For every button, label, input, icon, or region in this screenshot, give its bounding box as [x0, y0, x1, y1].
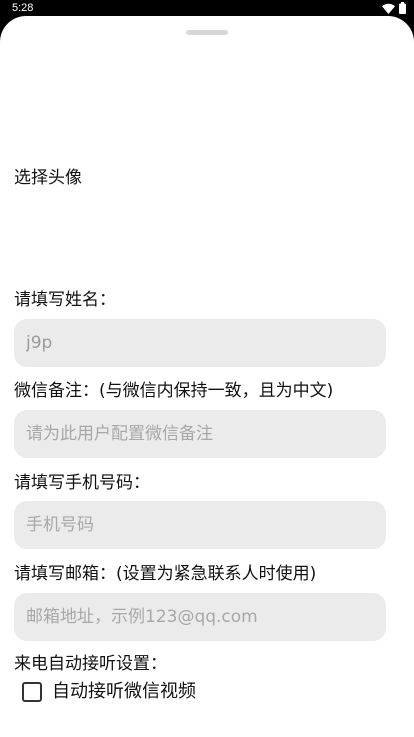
phone-field[interactable] — [14, 501, 386, 549]
call-settings-label: 来电自动接听设置： — [14, 654, 167, 674]
status-time: 5:28 — [12, 2, 34, 14]
bottom-sheet: 选择头像 请填写姓名： 微信备注：(与微信内保持一致，且为中文) 请填写手机号码… — [0, 16, 414, 737]
auto-answer-checkbox[interactable] — [22, 682, 42, 702]
status-bar: 5:28 — [0, 0, 414, 16]
avatar-label[interactable]: 选择头像 — [14, 167, 82, 189]
wechat-note-field[interactable] — [14, 410, 386, 458]
auto-answer-option[interactable]: 自动接听微信视频 — [22, 680, 196, 704]
phone-input[interactable] — [14, 501, 386, 549]
phone-label: 请填写手机号码： — [14, 473, 150, 493]
email-label: 请填写邮箱：(设置为紧急联系人时使用) — [14, 564, 317, 584]
auto-answer-label[interactable]: 自动接听微信视频 — [52, 681, 196, 703]
email-field[interactable] — [14, 593, 386, 641]
status-icons — [382, 2, 406, 14]
wechat-note-input[interactable] — [14, 410, 386, 458]
name-label: 请填写姓名： — [14, 290, 116, 310]
drag-handle[interactable] — [186, 30, 228, 35]
wifi-icon — [382, 3, 395, 14]
name-input[interactable] — [14, 319, 386, 367]
battery-icon — [399, 2, 406, 14]
wechat-note-label: 微信备注：(与微信内保持一致，且为中文) — [14, 381, 334, 401]
name-field[interactable] — [14, 319, 386, 367]
email-input[interactable] — [14, 593, 386, 641]
